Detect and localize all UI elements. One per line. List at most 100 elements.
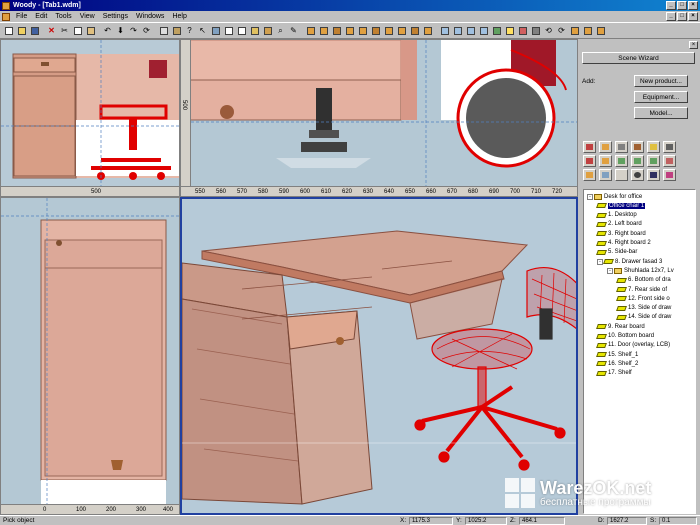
panel-e-icon[interactable] xyxy=(357,25,368,36)
tree-toggle-icon[interactable]: - xyxy=(587,193,593,200)
layers-icon[interactable] xyxy=(249,25,260,36)
measure-icon[interactable] xyxy=(595,25,606,36)
viewport-3d[interactable] xyxy=(180,197,578,515)
copy-icon[interactable] xyxy=(72,25,83,36)
tree-item[interactable]: 17. Shelf xyxy=(596,369,632,378)
print-icon[interactable] xyxy=(158,25,169,36)
grid-b-icon[interactable] xyxy=(631,155,644,167)
open-folder-icon[interactable] xyxy=(16,25,27,36)
rotate-alt-icon[interactable]: ⟳ xyxy=(556,25,567,36)
tree-item[interactable]: 5. Side-bar xyxy=(596,248,637,257)
viewport-left[interactable]: 0 100 200 300 400 xyxy=(0,197,180,515)
panel-b-icon[interactable] xyxy=(318,25,329,36)
menu-windows[interactable]: Windows xyxy=(132,13,168,20)
tree-item[interactable]: - Desk for office xyxy=(587,192,642,201)
view-side-icon[interactable] xyxy=(465,25,476,36)
app-icon[interactable] xyxy=(2,1,10,10)
panel-g-icon[interactable] xyxy=(383,25,394,36)
tree-item[interactable]: 1. Desktop xyxy=(596,211,637,220)
delete-icon[interactable]: ✕ xyxy=(46,25,57,36)
palette-icon[interactable] xyxy=(663,169,676,181)
scene-tree[interactable]: - Desk for office Office chair 1 1. Desktop… xyxy=(583,189,696,514)
menu-view[interactable]: View xyxy=(76,13,99,20)
panel-i-icon[interactable] xyxy=(409,25,420,36)
mdi-restore-button[interactable]: □ xyxy=(677,12,687,21)
tree-item[interactable]: Office chair 1 xyxy=(596,201,646,210)
refresh-icon[interactable]: ⟳ xyxy=(141,25,152,36)
tree-item[interactable]: 4. Right board 2 xyxy=(596,239,651,248)
model-button[interactable]: Model... xyxy=(634,107,688,119)
tree-item[interactable]: 7. Rear side of xyxy=(616,285,667,294)
hinge-icon[interactable] xyxy=(663,141,676,153)
panel-f-icon[interactable] xyxy=(370,25,381,36)
handle-icon[interactable] xyxy=(647,141,660,153)
menu-edit[interactable]: Edit xyxy=(31,13,51,20)
shelf-icon[interactable] xyxy=(631,141,644,153)
grid-d-icon[interactable] xyxy=(663,155,676,167)
viewport-front[interactable]: 500 xyxy=(0,39,180,197)
save-icon[interactable] xyxy=(29,25,40,36)
grid-a-icon[interactable] xyxy=(615,155,628,167)
camera-icon[interactable] xyxy=(530,25,541,36)
stack-icon[interactable] xyxy=(599,155,612,167)
help-icon[interactable]: ? xyxy=(184,25,195,36)
tree-toggle-icon[interactable]: - xyxy=(607,267,613,274)
menu-help[interactable]: Help xyxy=(168,13,190,20)
tree-item[interactable]: 16. Shelf_2 xyxy=(596,359,638,368)
pointer-help-icon[interactable]: ↖ xyxy=(197,25,208,36)
align-icon[interactable] xyxy=(582,25,593,36)
maximize-button[interactable]: □ xyxy=(677,1,687,10)
board-icon[interactable] xyxy=(262,25,273,36)
document-icon[interactable] xyxy=(2,12,10,21)
export-icon[interactable] xyxy=(599,169,612,181)
transform-icon[interactable] xyxy=(171,25,182,36)
view-3d-icon[interactable] xyxy=(478,25,489,36)
scene-wizard-button[interactable]: Scene Wizard xyxy=(582,52,695,64)
board-tool-icon[interactable] xyxy=(599,141,612,153)
panel-d-icon[interactable] xyxy=(344,25,355,36)
panel-a-icon[interactable] xyxy=(305,25,316,36)
cabinet-icon[interactable] xyxy=(615,141,628,153)
redo-icon[interactable]: ↷ xyxy=(128,25,139,36)
download-icon[interactable]: ⬇ xyxy=(115,25,126,36)
material-icon[interactable] xyxy=(517,25,528,36)
tree-item[interactable]: 15. Shelf_1 xyxy=(596,350,638,359)
import-icon[interactable] xyxy=(583,169,596,181)
menu-file[interactable]: File xyxy=(12,13,31,20)
new-file-icon[interactable] xyxy=(3,25,14,36)
tree-item[interactable]: 11. Door (overlay, LCB) xyxy=(596,341,670,350)
tree-item[interactable]: 12. Front side o xyxy=(616,294,670,303)
light-icon[interactable] xyxy=(504,25,515,36)
zoom-icon[interactable]: ⌕ xyxy=(275,25,286,36)
panel-c-icon[interactable] xyxy=(331,25,342,36)
undo-icon[interactable]: ↶ xyxy=(102,25,113,36)
blank-a-icon[interactable] xyxy=(615,169,628,181)
text-icon[interactable] xyxy=(236,25,247,36)
star-icon[interactable] xyxy=(631,169,644,181)
viewport-side[interactable]: 550 560 570 580 590 600 610 620 630 640 … xyxy=(180,39,578,197)
disk-icon[interactable] xyxy=(647,169,660,181)
menu-tools[interactable]: Tools xyxy=(51,13,75,20)
tree-item[interactable]: 10. Bottom board xyxy=(596,332,654,341)
panel-j-icon[interactable] xyxy=(422,25,433,36)
equipment-button[interactable]: Equipment... xyxy=(634,91,688,103)
tree-item[interactable]: 2. Left board xyxy=(596,220,642,229)
menu-settings[interactable]: Settings xyxy=(99,13,132,20)
tree-item[interactable]: 14. Side of draw xyxy=(616,313,671,322)
mdi-close-button[interactable]: × xyxy=(688,12,698,21)
tree-item[interactable]: 3. Right board xyxy=(596,229,646,238)
pin-icon[interactable] xyxy=(583,155,596,167)
list-icon[interactable] xyxy=(223,25,234,36)
drill-icon[interactable] xyxy=(583,141,596,153)
view-front-icon[interactable] xyxy=(439,25,450,36)
tree-item[interactable]: 6. Bottom of dra xyxy=(616,276,671,285)
image-icon[interactable] xyxy=(210,25,221,36)
new-product-button[interactable]: New product... xyxy=(634,75,688,87)
rotate-icon[interactable]: ⟲ xyxy=(543,25,554,36)
grid-c-icon[interactable] xyxy=(647,155,660,167)
mdi-minimize-button[interactable]: _ xyxy=(666,12,676,21)
mirror-icon[interactable] xyxy=(569,25,580,36)
tree-item[interactable]: -8. Drawer fasad 3 xyxy=(597,257,662,266)
panel-close-button[interactable]: × xyxy=(689,41,698,49)
pencil-icon[interactable]: ✎ xyxy=(288,25,299,36)
